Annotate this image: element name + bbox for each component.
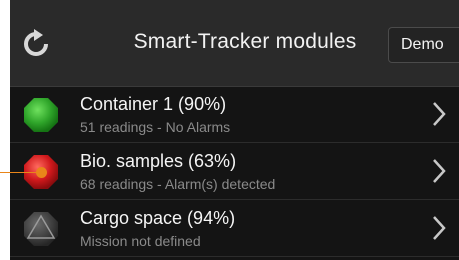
demo-button[interactable]: Demo — [388, 27, 459, 63]
refresh-icon[interactable] — [21, 29, 51, 59]
module-title: Bio. samples (63%) — [80, 151, 237, 171]
page-title: Smart-Tracker modules — [133, 30, 357, 53]
status-ok-icon — [24, 98, 58, 132]
chevron-right-icon — [433, 216, 446, 240]
list-item-container-1[interactable]: Container 1 (90%) 51 readings - No Alarm… — [10, 86, 459, 143]
annotation-callout-line — [0, 172, 38, 173]
module-title: Container 1 (90%) — [80, 94, 227, 114]
module-title: Cargo space (94%) — [80, 208, 236, 228]
chevron-right-icon — [433, 159, 446, 183]
module-subtitle: 51 readings - No Alarms — [80, 119, 231, 135]
list-item-cargo-space[interactable]: Cargo space (94%) Mission not defined — [10, 200, 459, 257]
annotation-callout-dot — [36, 167, 47, 178]
list-item-bio-samples[interactable]: Bio. samples (63%) 68 readings - Alarm(s… — [10, 143, 459, 200]
top-bar: Smart-Tracker modules Demo — [10, 0, 459, 87]
module-subtitle: Mission not defined — [80, 233, 201, 249]
chevron-right-icon — [433, 102, 446, 126]
module-subtitle: 68 readings - Alarm(s) detected — [80, 176, 276, 192]
app-screen: Smart-Tracker modules Demo Container 1 (… — [10, 0, 459, 260]
status-undefined-icon — [24, 212, 58, 246]
